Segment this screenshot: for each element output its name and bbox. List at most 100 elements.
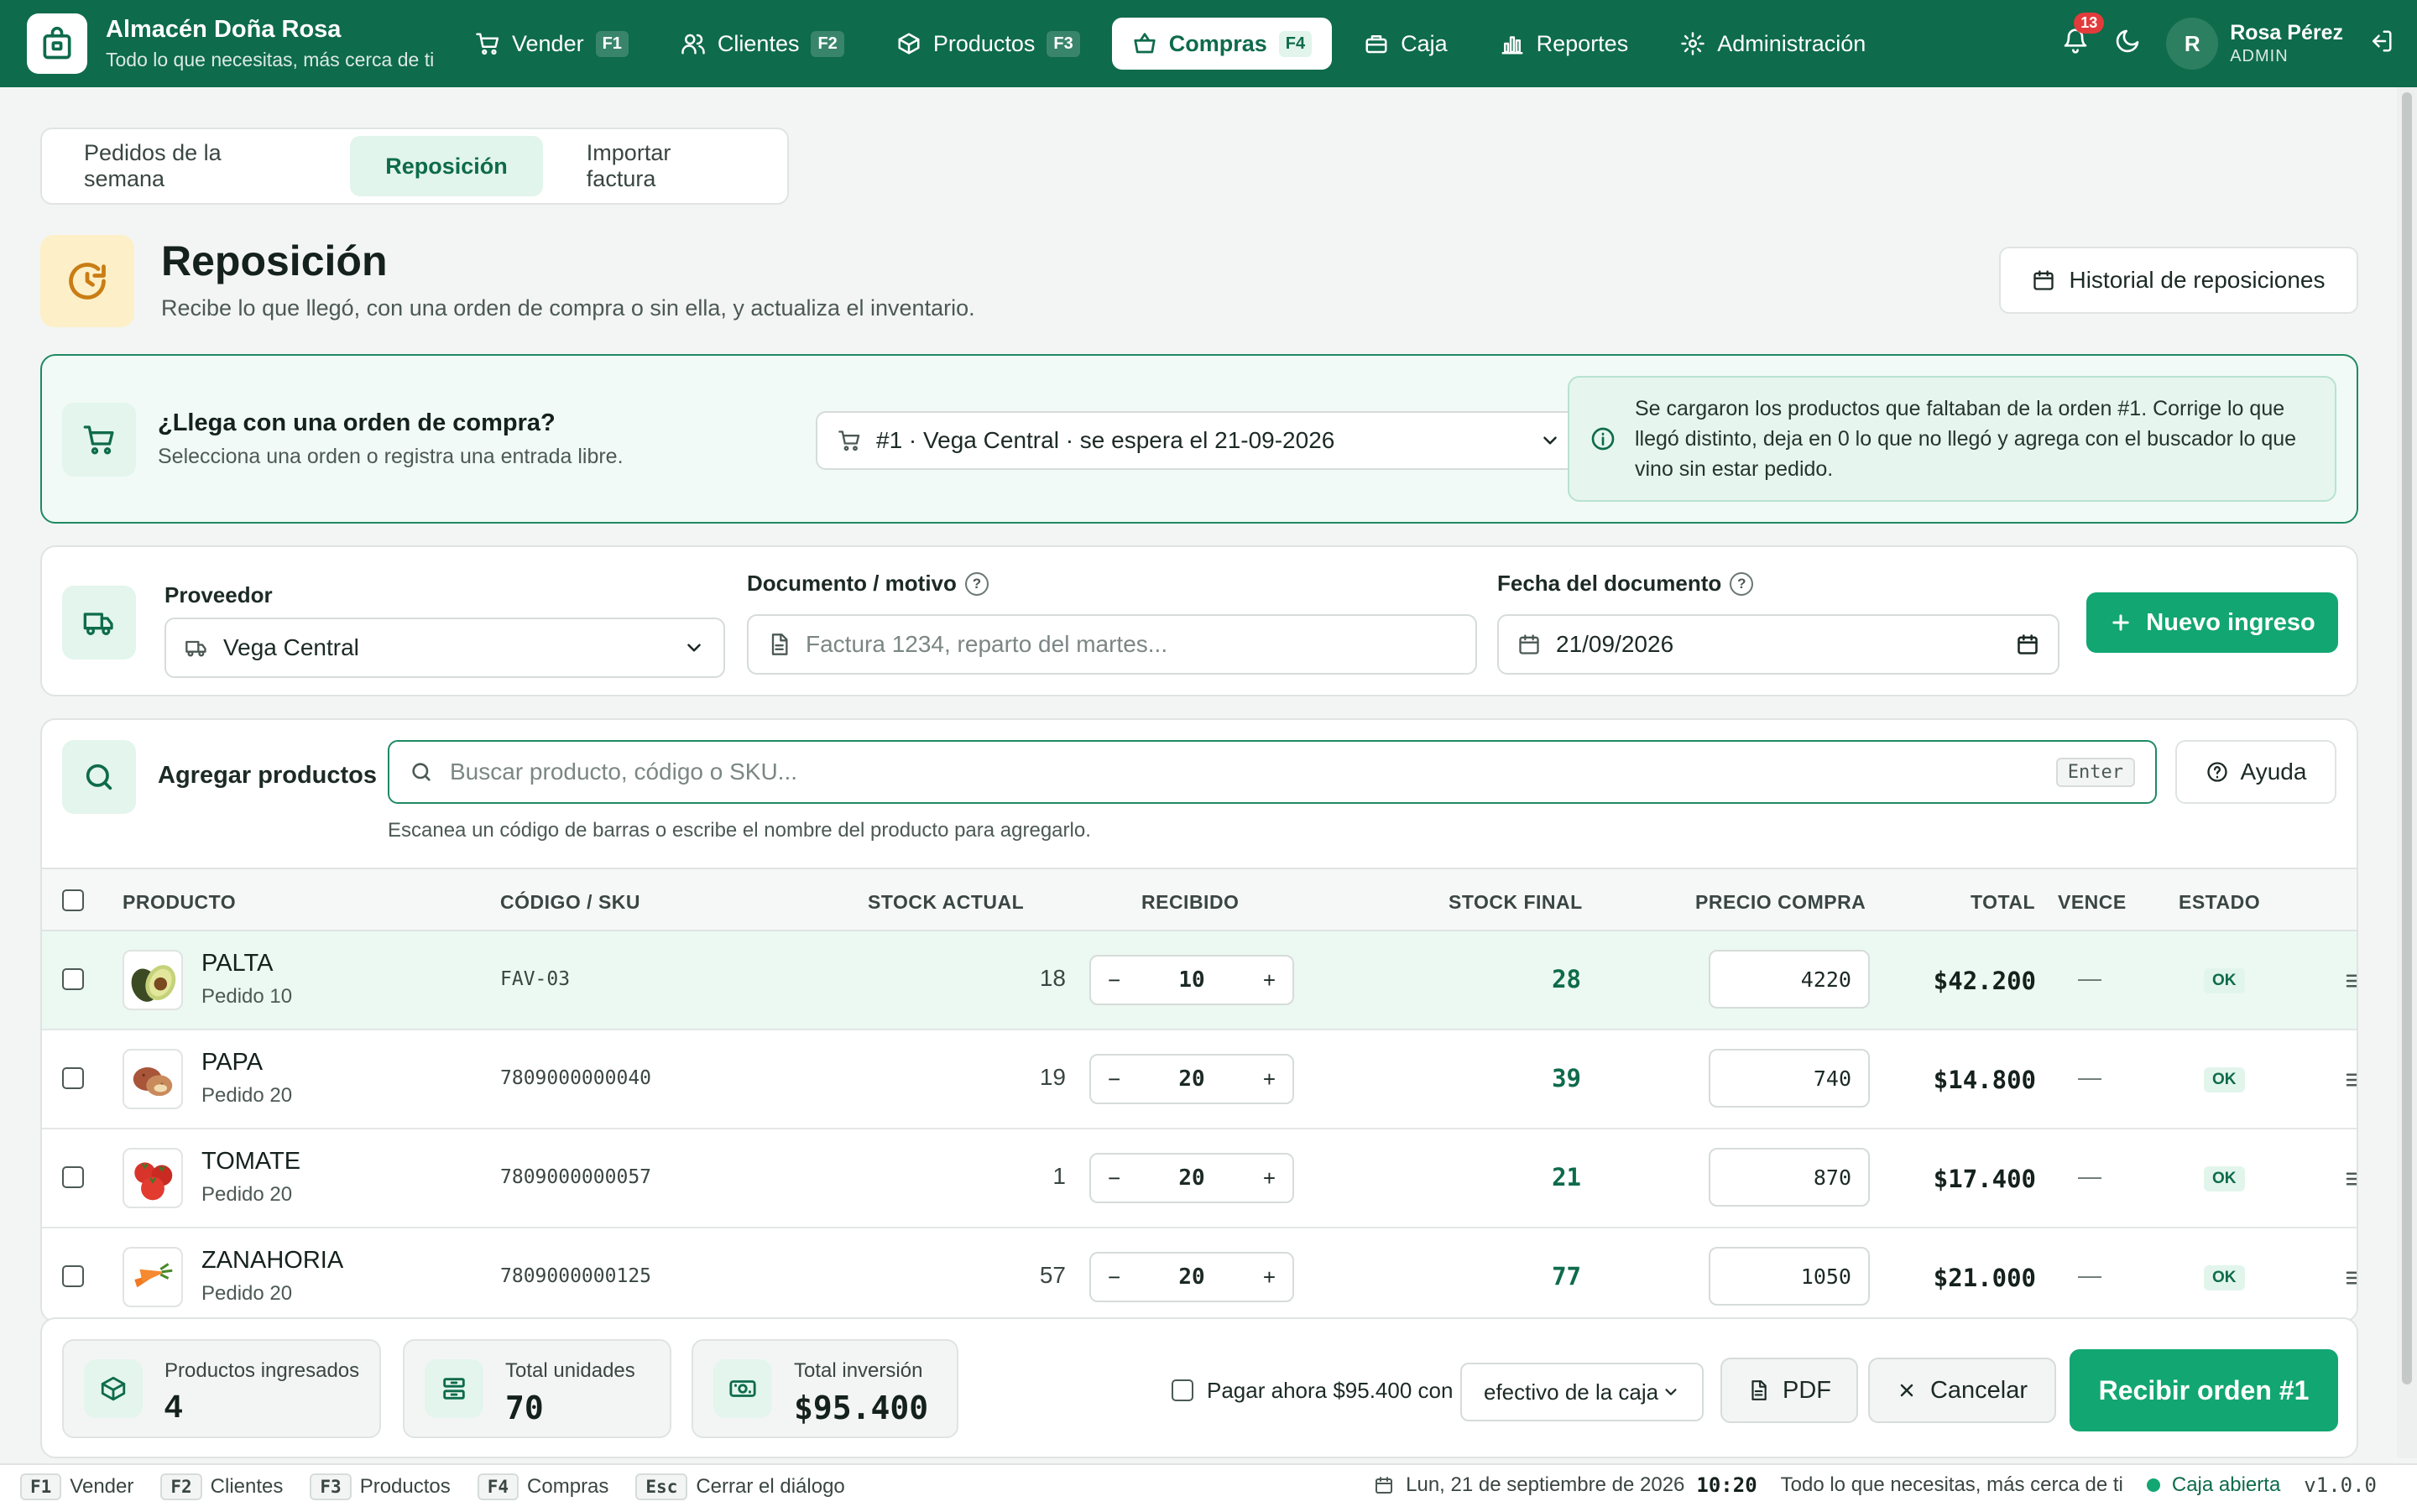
pay-now-checkbox[interactable]: [1172, 1379, 1193, 1401]
product-order: Pedido 20: [201, 1084, 293, 1107]
help-icon[interactable]: ?: [1730, 571, 1754, 596]
dark-mode-toggle[interactable]: [2114, 28, 2141, 60]
pdf-button[interactable]: PDF: [1720, 1358, 1858, 1423]
product-name: TOMATE: [201, 1148, 301, 1175]
notifications-button[interactable]: 13: [2062, 12, 2105, 60]
row-checkbox[interactable]: [62, 1067, 84, 1089]
select-all-checkbox[interactable]: [62, 889, 84, 911]
drag-handle-icon[interactable]: [2343, 968, 2357, 999]
help-icon[interactable]: ?: [964, 571, 989, 596]
payment-method-select[interactable]: efectivo de la caja: [1460, 1363, 1704, 1421]
history-button-label: Historial de reposiciones: [2069, 267, 2326, 293]
new-entry-button[interactable]: Nuevo ingreso: [2086, 592, 2338, 653]
received-qty[interactable]: 20: [1178, 1264, 1204, 1290]
drag-handle-icon[interactable]: [2343, 1067, 2357, 1098]
truck-icon: [185, 640, 206, 657]
col-code: CÓDIGO / SKU: [500, 891, 641, 913]
product-search-input[interactable]: [450, 759, 2039, 785]
nav-administracion[interactable]: Administración: [1660, 18, 1886, 70]
help-button-label: Ayuda: [2240, 759, 2307, 785]
nav-shortcut: F1: [595, 30, 629, 57]
increment-button[interactable]: +: [1263, 967, 1276, 993]
expiry-date: —: [2078, 965, 2101, 991]
brand[interactable]: Almacén Doña Rosa Todo lo que necesitas,…: [27, 13, 455, 74]
table-row[interactable]: PAPA Pedido 20 7809000000040 19 − 20 + 3…: [42, 1030, 2357, 1129]
increment-button[interactable]: +: [1263, 1264, 1276, 1290]
row-checkbox[interactable]: [62, 1265, 84, 1287]
supplier-select[interactable]: Vega Central: [164, 618, 725, 678]
nav-compras[interactable]: Compras F4: [1111, 18, 1333, 70]
quantity-stepper: − 20 +: [1089, 1153, 1294, 1203]
calendar-picker-icon[interactable]: [2016, 633, 2039, 656]
history-button[interactable]: Historial de reposiciones: [1999, 247, 2358, 314]
help-button[interactable]: Ayuda: [2175, 740, 2336, 804]
restock-icon: [40, 235, 134, 327]
document-input[interactable]: [806, 631, 1457, 658]
table-row[interactable]: ZANAHORIA Pedido 20 7809000000125 57 − 2…: [42, 1228, 2357, 1321]
supplier-label: Proveedor: [164, 582, 273, 607]
nav-label: Administración: [1717, 30, 1866, 56]
date-field[interactable]: 21/09/2026: [1497, 614, 2059, 675]
document-label: Documento / motivo ?: [747, 571, 989, 597]
nav-reportes[interactable]: Reportes: [1480, 18, 1649, 70]
status-dot-icon: [2146, 1478, 2160, 1492]
increment-button[interactable]: +: [1263, 1165, 1276, 1191]
search-icon: [62, 740, 136, 814]
nav-label: Productos: [932, 30, 1036, 56]
row-checkbox[interactable]: [62, 1166, 84, 1188]
cash-status: Caja abierta: [2171, 1473, 2281, 1496]
product-search-field[interactable]: Enter: [388, 740, 2157, 804]
total-investment-card: Total inversión $95.400: [692, 1339, 958, 1438]
document-field[interactable]: [747, 614, 1477, 675]
purchase-price-input[interactable]: 870: [1709, 1148, 1870, 1207]
page-scrollbar[interactable]: [2397, 87, 2417, 1458]
row-total: $14.800: [1933, 1066, 2036, 1094]
drag-handle-icon[interactable]: [2343, 1265, 2357, 1296]
tab-reposicion[interactable]: Reposición: [350, 136, 543, 196]
purchase-price-input[interactable]: 4220: [1709, 950, 1870, 1009]
document-label-text: Documento / motivo: [747, 571, 957, 596]
user-menu[interactable]: R Rosa Pérez ADMIN: [2166, 18, 2343, 70]
cancel-button-label: Cancelar: [1929, 1376, 2028, 1404]
table-row[interactable]: TOMATE Pedido 20 7809000000057 1 − 20 + …: [42, 1129, 2357, 1228]
tab-importar-factura[interactable]: Importar factura: [551, 136, 780, 196]
receive-order-button[interactable]: Recibir orden #1: [2070, 1349, 2338, 1431]
purchase-price-input[interactable]: 740: [1709, 1049, 1870, 1108]
nav-shortcut: F4: [1278, 30, 1313, 57]
nav-label: Vender: [512, 30, 584, 56]
decrement-button[interactable]: −: [1108, 1066, 1120, 1092]
decrement-button[interactable]: −: [1108, 1165, 1120, 1191]
decrement-button[interactable]: −: [1108, 967, 1120, 993]
received-qty[interactable]: 10: [1178, 967, 1204, 993]
table-header: PRODUCTO CÓDIGO / SKU STOCK ACTUAL RECIB…: [42, 868, 2357, 931]
enter-key-hint: Enter: [2055, 757, 2135, 787]
row-checkbox[interactable]: [62, 968, 84, 990]
table-row[interactable]: PALTA Pedido 10 FAV-03 18 − 10 + 28 4220…: [42, 931, 2357, 1030]
received-qty[interactable]: 20: [1178, 1066, 1204, 1092]
received-qty[interactable]: 20: [1178, 1165, 1204, 1191]
date-label: Fecha del documento ?: [1497, 571, 1754, 597]
nav-clientes[interactable]: Clientes F2: [660, 18, 864, 70]
help-circle-icon: [2206, 762, 2227, 782]
decrement-button[interactable]: −: [1108, 1264, 1120, 1290]
tab-pedidos-semana[interactable]: Pedidos de la semana: [49, 136, 342, 196]
nav-vender[interactable]: Vender F1: [455, 18, 649, 70]
product-order: Pedido 10: [201, 985, 293, 1008]
scrollbar-thumb[interactable]: [2402, 92, 2412, 1384]
nav-productos[interactable]: Productos F3: [876, 18, 1100, 70]
order-question: ¿Llega con una orden de compra?: [158, 409, 556, 436]
product-order: Pedido 20: [201, 1183, 293, 1206]
payment-method-value: efectivo de la caja: [1484, 1379, 1659, 1405]
increment-button[interactable]: +: [1263, 1066, 1276, 1092]
app-version: v1.0.0: [2304, 1473, 2377, 1497]
cancel-button[interactable]: Cancelar: [1868, 1358, 2056, 1423]
products-received-value: 4: [164, 1389, 183, 1425]
supplier-value: Vega Central: [223, 634, 359, 660]
nav-shortcut: F3: [1047, 30, 1080, 57]
logout-button[interactable]: [2368, 29, 2394, 60]
purchase-price-input[interactable]: 1050: [1709, 1247, 1870, 1306]
purchase-order-select[interactable]: #1 · Vega Central · se espera el 21-09-2…: [816, 411, 1583, 470]
drag-handle-icon[interactable]: [2343, 1166, 2357, 1197]
nav-caja[interactable]: Caja: [1344, 18, 1468, 70]
final-stock: 39: [1552, 1064, 1581, 1092]
